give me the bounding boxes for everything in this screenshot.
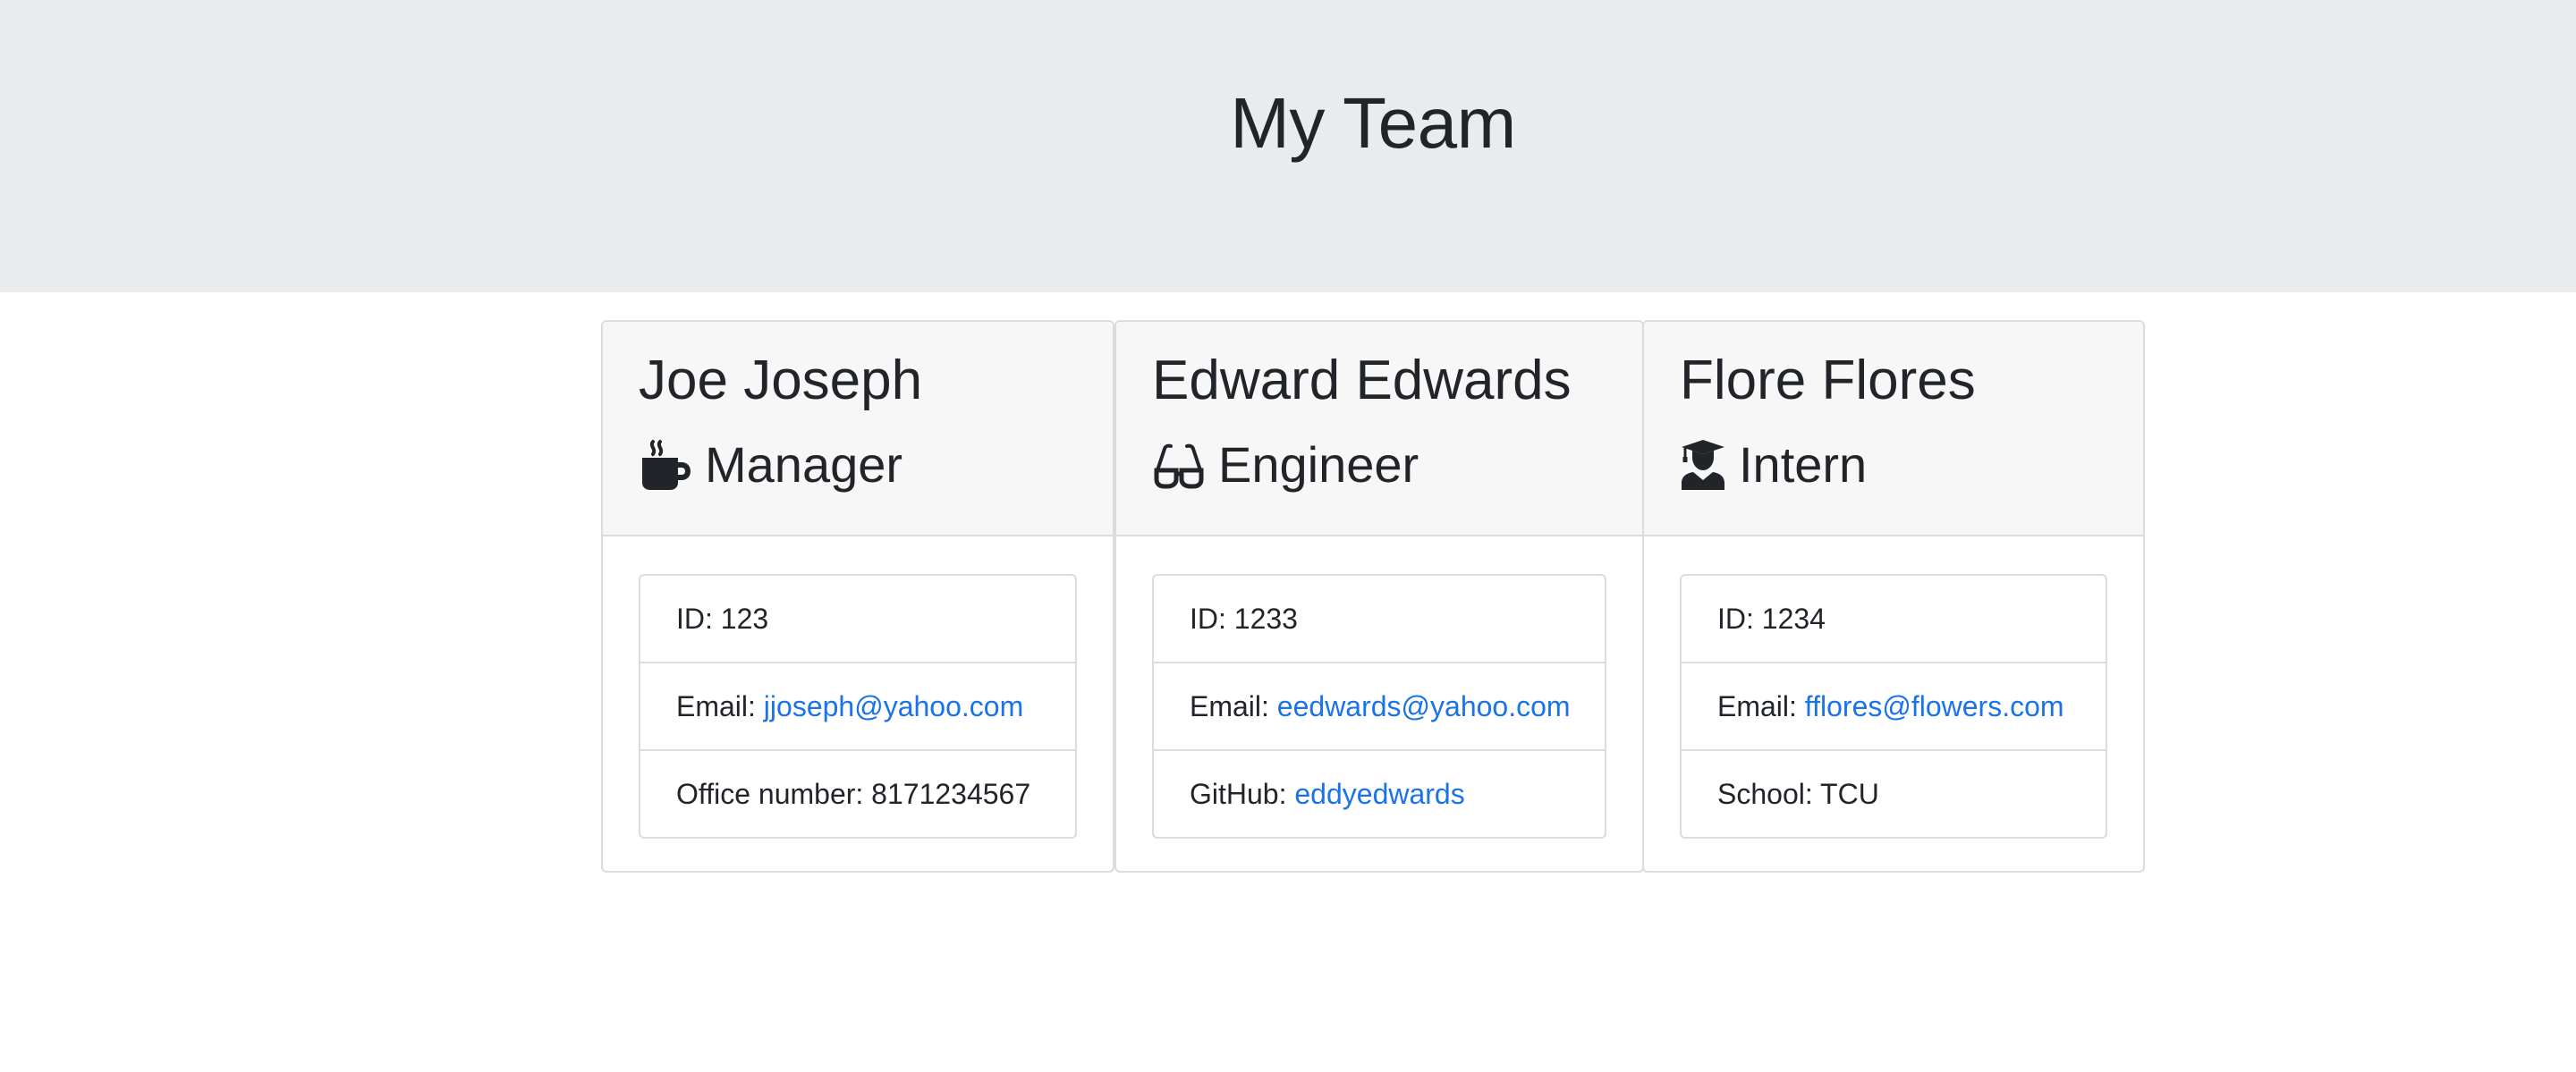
office-number-item: Office number: 8171234567: [676, 778, 1031, 810]
employee-name: Joe Joseph: [639, 350, 923, 411]
email-label: Email:: [1190, 690, 1277, 722]
details-list: ID: 123 Email: jjoseph@yahoo.com Office …: [639, 574, 1077, 839]
employee-name: Flore Flores: [1680, 350, 1976, 411]
glasses-icon: [1152, 438, 1206, 492]
email-item: Email: eedwards@yahoo.com: [1154, 663, 1605, 751]
employee-card-manager: Joe Joseph Manager ID: 123 Email: jjosep…: [601, 320, 1114, 873]
school-item: School: TCU: [1717, 778, 1879, 810]
email-link[interactable]: fflores@flowers.com: [1805, 690, 2064, 722]
email-item: Email: jjoseph@yahoo.com: [640, 663, 1075, 751]
role-label: Intern: [1739, 436, 1868, 493]
card-header: Joe Joseph Manager: [603, 322, 1113, 536]
coffee-mug-icon: [639, 438, 692, 492]
employee-card-intern: Flore Flores Intern ID: 1234 Email: fflo…: [1642, 320, 2145, 873]
email-label: Email:: [1717, 690, 1805, 722]
email-item: Email: fflores@flowers.com: [1682, 663, 2106, 751]
card-header: Flore Flores Intern: [1644, 322, 2143, 536]
role-label: Engineer: [1218, 436, 1419, 493]
employee-role: Intern: [1680, 429, 1867, 501]
page-header: My Team: [0, 0, 2576, 292]
details-list: ID: 1234 Email: fflores@flowers.com Scho…: [1680, 574, 2107, 839]
details-list: ID: 1233 Email: eedwards@yahoo.com GitHu…: [1152, 574, 1606, 839]
card-header: Edward Edwards Engineer: [1116, 322, 1642, 536]
id-item: ID: 1233: [1154, 576, 1605, 663]
github-link[interactable]: eddyedwards: [1294, 778, 1464, 810]
email-link[interactable]: eedwards@yahoo.com: [1277, 690, 1571, 722]
github-item: GitHub: eddyedwards: [1154, 751, 1605, 837]
email-label: Email:: [676, 690, 764, 722]
employee-role: Manager: [639, 429, 902, 501]
email-link[interactable]: jjoseph@yahoo.com: [764, 690, 1023, 722]
id-item: ID: 123: [640, 576, 1075, 663]
employee-card-engineer: Edward Edwards Engineer ID: 1233 Email: …: [1114, 320, 1644, 873]
github-label: GitHub:: [1190, 778, 1295, 810]
role-label: Manager: [705, 436, 903, 493]
graduate-icon: [1680, 438, 1726, 492]
employee-name: Edward Edwards: [1152, 350, 1572, 411]
page-title: My Team: [1230, 83, 1516, 163]
employee-role: Engineer: [1152, 429, 1419, 501]
id-item: ID: 1234: [1682, 576, 2106, 663]
